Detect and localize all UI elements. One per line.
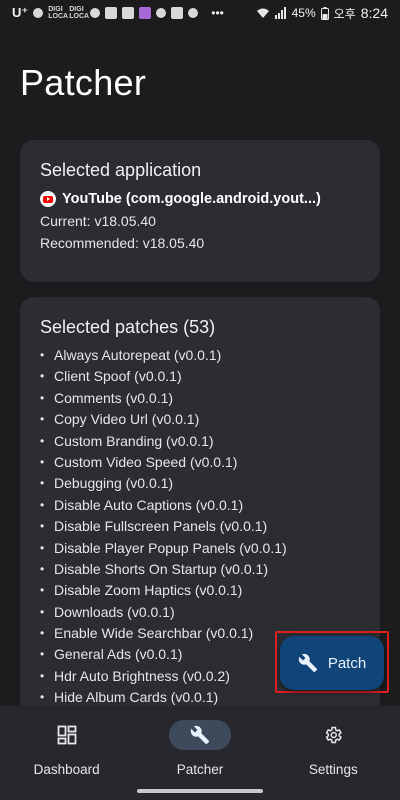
patch-item-label: Disable Fullscreen Panels (v0.0.1) — [54, 518, 268, 535]
nav-label-patcher: Patcher — [176, 762, 224, 777]
wifi-icon — [256, 8, 269, 18]
patch-item: • Disable Player Popup Panels (v0.0.1) — [40, 538, 360, 559]
patch-item-label: General Ads (v0.0.1) — [54, 646, 183, 663]
image-notification-icon — [105, 7, 118, 19]
status-bar: U⁺ DIGI LOCA DIGI LOCA ••• 45% 오후 8:24 — [0, 0, 400, 26]
clipboard-notification-icon — [122, 7, 135, 19]
patch-item: • Comments (v0.0.1) — [40, 388, 360, 409]
patch-item-label: Downloads (v0.0.1) — [54, 603, 175, 620]
carrier-label: U⁺ — [12, 5, 29, 20]
youtube-icon — [40, 191, 56, 207]
patch-button[interactable]: Patch — [280, 636, 384, 690]
patch-item-label: Disable Shorts On Startup (v0.0.1) — [54, 560, 268, 577]
patch-item: • Debugging (v0.0.1) — [40, 473, 360, 494]
recommended-version: Recommended: v18.05.40 — [40, 235, 205, 251]
patch-item: • Disable Fullscreen Panels (v0.0.1) — [40, 516, 360, 537]
home-indicator[interactable] — [137, 789, 263, 793]
digi-loca-label-2: DIGI LOCA — [69, 6, 90, 20]
patch-item-label: Debugging (v0.0.1) — [54, 475, 174, 492]
nav-item-dashboard[interactable]: Dashboard — [7, 706, 127, 800]
patch-item: • Disable Zoom Haptics (v0.0.1) — [40, 580, 360, 601]
patch-button-label: Patch — [327, 654, 367, 672]
digi-loca-label-1: DIGI LOCA — [48, 6, 69, 20]
nav-label-settings: Settings — [308, 762, 358, 777]
patch-item: • Client Spoof (v0.0.1) — [40, 366, 360, 387]
status-bar-right: 45% 오후 8:24 — [256, 5, 388, 22]
bullet-icon: • — [40, 668, 45, 683]
notification-icon — [90, 8, 101, 18]
nav-item-settings[interactable]: Settings — [273, 706, 393, 800]
patch-item: • Custom Video Speed (v0.0.1) — [40, 452, 360, 473]
patch-item-label: Disable Zoom Haptics (v0.0.1) — [54, 582, 243, 599]
chat-notification-icon — [33, 8, 44, 18]
clock: 8:24 — [360, 5, 388, 21]
bullet-icon: • — [40, 583, 45, 598]
selected-application-title: Selected application — [40, 160, 202, 180]
nav-item-patcher[interactable]: Patcher — [140, 706, 260, 800]
patch-item-label: Client Spoof (v0.0.1) — [54, 368, 182, 385]
patch-item-label: Always Autorepeat (v0.0.1) — [54, 347, 222, 363]
patch-item: • Custom Branding (v0.0.1) — [40, 431, 360, 452]
app-row: YouTube (com.google.android.yout...) — [40, 191, 360, 207]
app-notification-icon — [139, 7, 152, 19]
patch-item: • Always Autorepeat (v0.0.1) — [40, 345, 360, 366]
patch-item-label: Enable Wide Searchbar (v0.0.1) — [54, 625, 254, 642]
bullet-icon: • — [40, 647, 45, 662]
bottom-nav: Dashboard Patcher Settings — [0, 706, 400, 800]
patch-item-label: Disable Auto Captions (v0.0.1) — [54, 496, 244, 513]
patch-item: • Copy Video Url (v0.0.1) — [40, 409, 360, 430]
bullet-icon: • — [40, 390, 45, 405]
bullet-icon: • — [40, 454, 45, 469]
patch-item-label: Custom Video Speed (v0.0.1) — [54, 453, 238, 470]
nav-icon-wrap-patcher — [168, 720, 231, 750]
selected-application-card[interactable]: Selected application YouTube (com.google… — [20, 140, 380, 282]
bullet-icon: • — [40, 626, 45, 641]
bullet-icon: • — [40, 497, 45, 512]
selected-patches-title: Selected patches (53) — [40, 317, 216, 337]
page-title: Patcher — [20, 62, 147, 103]
bullet-icon: • — [40, 561, 45, 576]
more-notifications-dots: ••• — [211, 6, 224, 20]
gear-icon — [325, 726, 343, 744]
patch-item-label: Hdr Auto Brightness (v0.0.2) — [54, 667, 230, 684]
bullet-icon: • — [40, 369, 45, 384]
wrench-icon — [298, 653, 317, 673]
app-name: YouTube (com.google.android.yout...) — [62, 191, 321, 207]
patch-item: • Disable Auto Captions (v0.0.1) — [40, 495, 360, 516]
patch-item-label: Disable Player Popup Panels (v0.0.1) — [54, 539, 287, 556]
bullet-icon: • — [40, 540, 45, 555]
battery-percent: 45% — [291, 6, 316, 20]
bullet-icon: • — [40, 604, 45, 619]
patch-item: • Downloads (v0.0.1) — [40, 602, 360, 623]
bullet-icon: • — [40, 412, 45, 427]
nav-icon-wrap-settings — [302, 720, 364, 750]
bullet-icon: • — [40, 519, 45, 534]
dashboard-icon — [57, 725, 77, 745]
nav-icon-wrap-dashboard — [36, 720, 98, 750]
bullet-icon: • — [40, 348, 45, 362]
ampm-label: 오후 — [333, 6, 356, 21]
location-notification-icon — [156, 8, 167, 18]
battery-icon — [320, 6, 329, 20]
patch-item-label: Comments (v0.0.1) — [54, 389, 174, 406]
wrench-icon — [190, 725, 210, 745]
patch-item-label: Custom Branding (v0.0.1) — [54, 432, 214, 449]
nav-label-dashboard: Dashboard — [33, 762, 100, 777]
signal-icon — [274, 7, 286, 19]
pawn-notification-icon — [188, 8, 199, 18]
bullet-icon: • — [40, 476, 45, 491]
patch-item: • Disable Shorts On Startup (v0.0.1) — [40, 559, 360, 580]
mail-notification-icon — [171, 7, 184, 19]
status-bar-left: U⁺ DIGI LOCA DIGI LOCA ••• — [12, 5, 224, 21]
patch-item-label: Copy Video Url (v0.0.1) — [54, 411, 200, 428]
bullet-icon: • — [40, 433, 45, 448]
current-version: Current: v18.05.40 — [40, 213, 156, 229]
